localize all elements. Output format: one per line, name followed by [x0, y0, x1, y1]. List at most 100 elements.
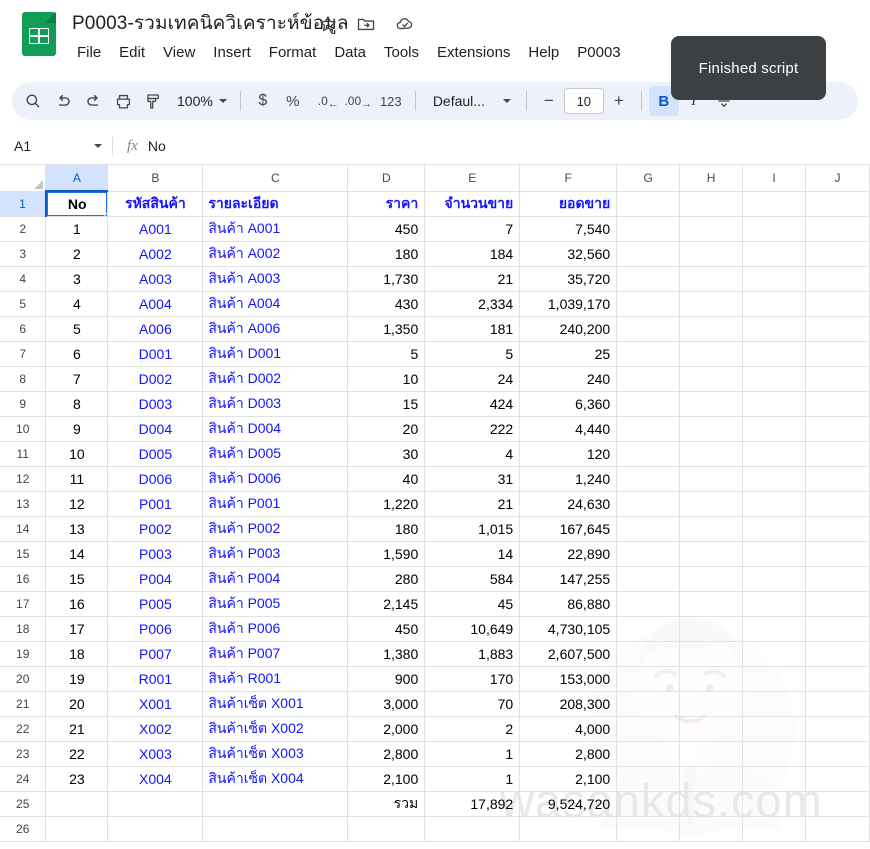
- cell-G17[interactable]: [616, 591, 681, 617]
- cell-C25[interactable]: [202, 791, 349, 817]
- cell-E15[interactable]: 14: [424, 541, 521, 567]
- cell-A5[interactable]: 4: [45, 291, 109, 317]
- cell-F10[interactable]: 4,440: [519, 416, 618, 442]
- row-header-16[interactable]: 16: [0, 566, 47, 592]
- cell-C8[interactable]: สินค้า D002: [202, 366, 349, 392]
- cell-D1[interactable]: ราคา: [347, 191, 426, 217]
- cell-J15[interactable]: [805, 541, 870, 567]
- cell-I20[interactable]: [742, 666, 806, 692]
- cell-J10[interactable]: [805, 416, 870, 442]
- cell-B17[interactable]: P005: [107, 591, 204, 617]
- font-size-input[interactable]: 10: [563, 88, 604, 114]
- cell-H1[interactable]: [679, 191, 744, 217]
- cell-H14[interactable]: [679, 516, 744, 542]
- cell-G2[interactable]: [616, 216, 681, 242]
- cell-H8[interactable]: [679, 366, 744, 392]
- cell-J21[interactable]: [805, 691, 870, 717]
- column-header-j[interactable]: J: [805, 165, 870, 192]
- cell-C5[interactable]: สินค้า A004: [202, 291, 349, 317]
- cell-H16[interactable]: [679, 566, 744, 592]
- cell-J9[interactable]: [805, 391, 870, 417]
- cell-J24[interactable]: [805, 766, 870, 792]
- row-header-13[interactable]: 13: [0, 491, 47, 517]
- row-header-21[interactable]: 21: [0, 691, 47, 717]
- row-header-12[interactable]: 12: [0, 466, 47, 492]
- cell-D21[interactable]: 3,000: [347, 691, 426, 717]
- cell-C1[interactable]: รายละเอียด: [202, 191, 349, 217]
- cell-E2[interactable]: 7: [424, 216, 521, 242]
- cell-B5[interactable]: A004: [107, 291, 204, 317]
- cell-C6[interactable]: สินค้า A006: [202, 316, 349, 342]
- row-header-15[interactable]: 15: [0, 541, 47, 567]
- cell-H20[interactable]: [679, 666, 744, 692]
- cell-F20[interactable]: 153,000: [519, 666, 618, 692]
- cell-E26[interactable]: [424, 816, 521, 842]
- cell-B25[interactable]: [107, 791, 204, 817]
- cell-I22[interactable]: [742, 716, 806, 742]
- cell-A8[interactable]: 7: [45, 366, 109, 392]
- currency-format-button[interactable]: $: [248, 86, 278, 116]
- cell-H3[interactable]: [679, 241, 744, 267]
- cell-B4[interactable]: A003: [107, 266, 204, 292]
- cell-B13[interactable]: P001: [107, 491, 204, 517]
- cell-E24[interactable]: 1: [424, 766, 521, 792]
- cell-J8[interactable]: [805, 366, 870, 392]
- cell-E23[interactable]: 1: [424, 741, 521, 767]
- cell-C7[interactable]: สินค้า D001: [202, 341, 349, 367]
- cell-A26[interactable]: [45, 816, 109, 842]
- row-header-23[interactable]: 23: [0, 741, 47, 767]
- row-header-26[interactable]: 26: [0, 816, 47, 842]
- cell-J14[interactable]: [805, 516, 870, 542]
- cell-C12[interactable]: สินค้า D006: [202, 466, 349, 492]
- cell-A1[interactable]: No: [45, 191, 109, 217]
- cell-J16[interactable]: [805, 566, 870, 592]
- cell-C26[interactable]: [202, 816, 349, 842]
- cell-A15[interactable]: 14: [45, 541, 109, 567]
- row-header-20[interactable]: 20: [0, 666, 47, 692]
- cell-D11[interactable]: 30: [347, 441, 426, 467]
- row-header-19[interactable]: 19: [0, 641, 47, 667]
- cell-I23[interactable]: [742, 741, 806, 767]
- column-header-c[interactable]: C: [202, 165, 349, 192]
- menu-file[interactable]: File: [68, 42, 110, 63]
- cell-D16[interactable]: 280: [347, 566, 426, 592]
- cell-G18[interactable]: [616, 616, 681, 642]
- row-header-17[interactable]: 17: [0, 591, 47, 617]
- decrease-decimal-button[interactable]: .0 ←: [308, 86, 339, 116]
- cell-E21[interactable]: 70: [424, 691, 521, 717]
- cell-A10[interactable]: 9: [45, 416, 109, 442]
- increase-decimal-button[interactable]: .00 →: [338, 86, 372, 116]
- cell-F8[interactable]: 240: [519, 366, 618, 392]
- cell-D25[interactable]: รวม: [347, 791, 426, 817]
- cell-D8[interactable]: 10: [347, 366, 426, 392]
- cell-G15[interactable]: [616, 541, 681, 567]
- cell-E10[interactable]: 222: [424, 416, 521, 442]
- row-header-4[interactable]: 4: [0, 266, 47, 292]
- cell-B9[interactable]: D003: [107, 391, 204, 417]
- cell-A11[interactable]: 10: [45, 441, 109, 467]
- cell-J5[interactable]: [805, 291, 870, 317]
- row-header-22[interactable]: 22: [0, 716, 47, 742]
- row-header-2[interactable]: 2: [0, 216, 47, 242]
- paint-format-icon[interactable]: [138, 86, 168, 116]
- cell-F17[interactable]: 86,880: [519, 591, 618, 617]
- cell-F24[interactable]: 2,100: [519, 766, 618, 792]
- cell-I4[interactable]: [742, 266, 806, 292]
- cell-B11[interactable]: D005: [107, 441, 204, 467]
- cell-J20[interactable]: [805, 666, 870, 692]
- row-header-6[interactable]: 6: [0, 316, 47, 342]
- cell-C18[interactable]: สินค้า P006: [202, 616, 349, 642]
- cell-I8[interactable]: [742, 366, 806, 392]
- print-icon[interactable]: [108, 86, 138, 116]
- cell-I2[interactable]: [742, 216, 806, 242]
- cell-H25[interactable]: [679, 791, 744, 817]
- redo-icon[interactable]: [78, 86, 108, 116]
- cell-J13[interactable]: [805, 491, 870, 517]
- cell-D14[interactable]: 180: [347, 516, 426, 542]
- row-header-18[interactable]: 18: [0, 616, 47, 642]
- cell-C19[interactable]: สินค้า P007: [202, 641, 349, 667]
- star-icon[interactable]: [318, 14, 338, 34]
- cell-H15[interactable]: [679, 541, 744, 567]
- cell-H19[interactable]: [679, 641, 744, 667]
- cell-E13[interactable]: 21: [424, 491, 521, 517]
